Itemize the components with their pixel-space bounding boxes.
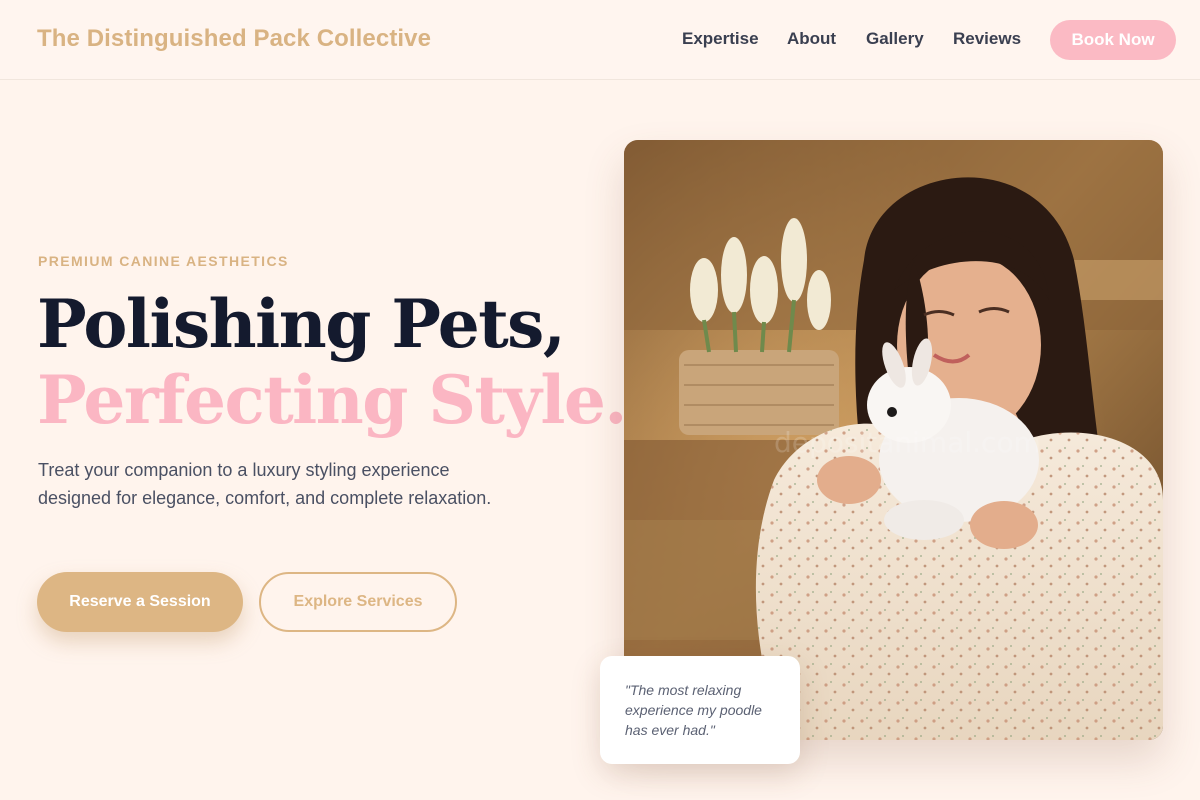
nav-link-about[interactable]: About bbox=[787, 29, 836, 49]
hero-description: Treat your companion to a luxury styling… bbox=[38, 460, 492, 508]
explore-services-button[interactable]: Explore Services bbox=[259, 572, 457, 632]
site-header: The Distinguished Pack Collective Expert… bbox=[0, 0, 1200, 80]
reserve-session-button[interactable]: Reserve a Session bbox=[37, 572, 243, 632]
nav-link-gallery[interactable]: Gallery bbox=[866, 29, 924, 49]
book-now-button[interactable]: Book Now bbox=[1050, 20, 1176, 60]
nav-link-reviews[interactable]: Reviews bbox=[953, 29, 1021, 49]
brand-logo[interactable]: The Distinguished Pack Collective bbox=[37, 25, 431, 53]
woman-holding-rabbit-image: depositanimal.com bbox=[624, 140, 1163, 740]
image-watermark: depositanimal.com bbox=[774, 426, 1041, 459]
hero-photo: depositanimal.com bbox=[624, 140, 1163, 740]
testimonial-quote: "The most relaxing experience my poodle … bbox=[625, 682, 762, 738]
hero-headline: Polishing Pets, Perfecting Style. bbox=[37, 285, 627, 439]
hero-headline-line2: Perfecting Style. bbox=[37, 361, 627, 439]
hero-headline-line1: Polishing Pets, bbox=[37, 285, 566, 363]
nav-link-expertise[interactable]: Expertise bbox=[682, 29, 759, 49]
hero-eyebrow: PREMIUM CANINE AESTHETICS bbox=[38, 253, 289, 269]
testimonial-card: "The most relaxing experience my poodle … bbox=[600, 656, 800, 764]
